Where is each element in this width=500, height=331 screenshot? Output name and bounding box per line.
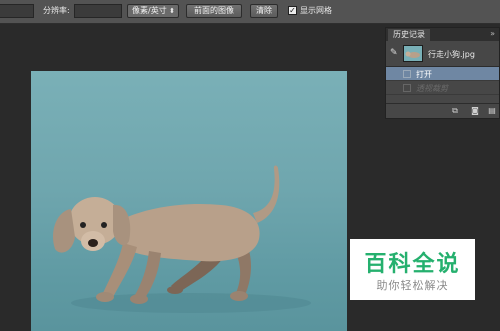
show-grid-label: 显示网格 xyxy=(300,6,332,15)
history-item-label: 打开 xyxy=(416,70,432,79)
history-brush-icon[interactable]: ✎ xyxy=(390,48,398,58)
chevron-updown-icon: ⬍ xyxy=(169,7,175,15)
show-grid-checkbox[interactable]: ✓ xyxy=(288,6,297,15)
units-select-value: 像素/英寸 xyxy=(132,6,167,15)
camera-icon[interactable]: ◙ xyxy=(470,106,480,115)
panel-collapse-icon[interactable]: » xyxy=(490,29,495,38)
clear-button[interactable]: 清除 xyxy=(250,4,278,18)
history-item-open[interactable]: 打开 xyxy=(386,67,499,81)
history-panel: 历史记录 » ✎ 行走小狗.jpg 打开 透视裁剪 ⧉ ◙ ▤ xyxy=(385,27,500,119)
document-icon xyxy=(403,70,411,78)
document-canvas[interactable] xyxy=(31,71,347,331)
history-item-label: 透视裁剪 xyxy=(416,84,448,93)
watermark-title: 百科全说 xyxy=(364,252,461,277)
options-bar: 分辨率: 像素/英寸 ⬍ 前面的图像 清除 ✓ 显示网格 xyxy=(0,0,500,24)
units-select[interactable]: 像素/英寸 ⬍ xyxy=(127,4,179,18)
history-snapshot[interactable]: ✎ 行走小狗.jpg xyxy=(386,42,499,67)
resolution-label: 分辨率: xyxy=(43,6,70,15)
history-panel-tabbar: 历史记录 » xyxy=(386,28,499,41)
front-image-button[interactable]: 前面的图像 xyxy=(186,4,242,18)
tab-history[interactable]: 历史记录 xyxy=(388,29,430,41)
watermark-subtitle: 助你轻松解决 xyxy=(376,279,449,292)
new-document-from-state-icon[interactable]: ⧉ xyxy=(450,106,460,115)
snapshot-name: 行走小狗.jpg xyxy=(428,50,475,59)
snapshot-thumbnail xyxy=(403,45,423,62)
history-panel-footer: ⧉ ◙ ▤ xyxy=(386,103,499,118)
document-icon xyxy=(403,84,411,92)
width-field[interactable] xyxy=(0,4,34,18)
trash-icon[interactable]: ▤ xyxy=(487,106,497,115)
dog-photo xyxy=(52,165,311,313)
watermark-badge: 百科全说 助你轻松解决 xyxy=(350,239,475,300)
history-item-perspective-crop[interactable]: 透视裁剪 xyxy=(386,81,499,95)
resolution-field[interactable] xyxy=(74,4,122,18)
